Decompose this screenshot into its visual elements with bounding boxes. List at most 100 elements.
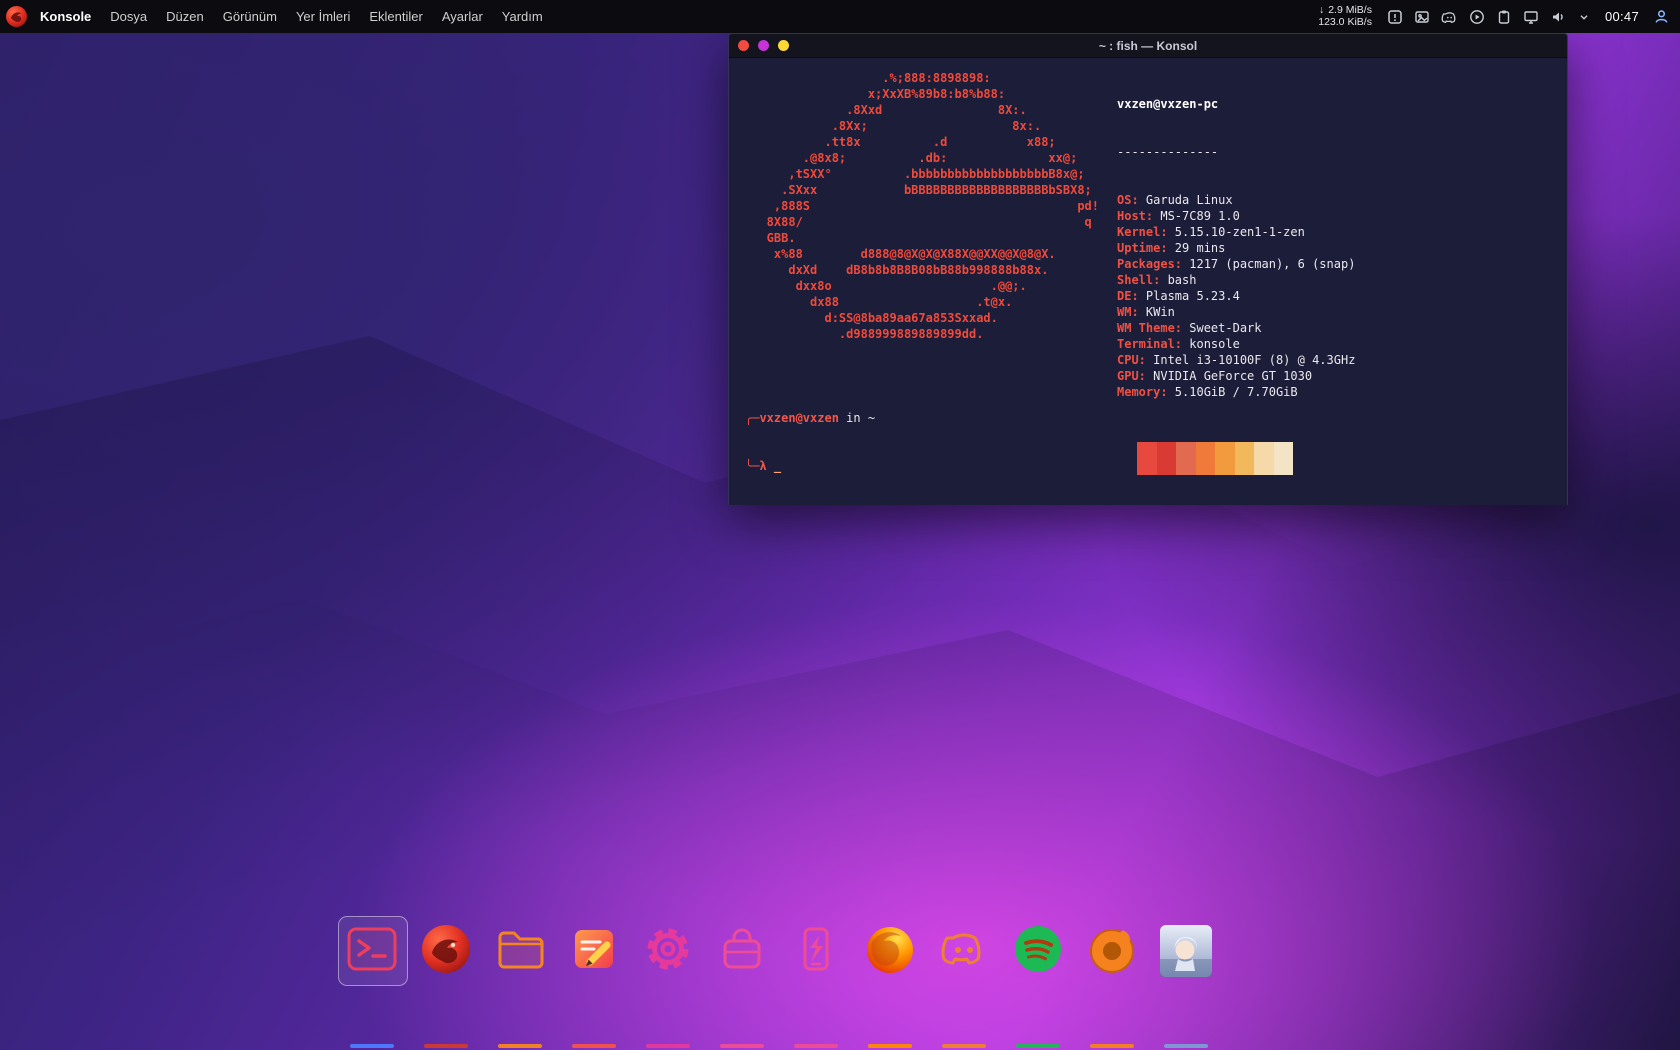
maximize-button[interactable] — [758, 40, 769, 51]
neofetch-output: vxzen@vxzen-pc -------------- OS: Garuda… — [1117, 64, 1355, 504]
dock-item-konsole[interactable] — [338, 916, 408, 1050]
minimize-button[interactable] — [778, 40, 789, 51]
menubar: Konsole Dosya Düzen Görünüm Yer İmleri E… — [40, 9, 543, 24]
download-arrow-icon: ↓ — [1318, 4, 1325, 16]
system-tray: ↓ 2.9 MiB/s 123.0 KiB/s 00:47 — [1318, 4, 1680, 28]
prompt-line-1: ╭─vxzen@vxzen in ~ — [745, 411, 876, 425]
net-up-speed: 123.0 KiB/s — [1318, 15, 1372, 28]
menu-eklentiler[interactable]: Eklentiler — [369, 9, 422, 24]
clock[interactable]: 00:47 — [1605, 9, 1639, 24]
dock-item-profile-avatar[interactable] — [1158, 918, 1214, 1050]
tray-expand-chevron-icon[interactable] — [1577, 10, 1591, 24]
neofetch-entry: Host: MS-7C89 1.0 — [1117, 209, 1240, 223]
ascii-art: .%;888:8898898: x;XxXB%89b8:b8%b88: .8Xx… — [766, 71, 1100, 341]
dock — [338, 916, 1214, 1050]
neofetch-entry: Packages: 1217 (pacman), 6 (snap) — [1117, 257, 1356, 271]
window-titlebar[interactable]: ~ : fish — Konsol — [729, 34, 1567, 58]
volume-icon[interactable] — [1550, 9, 1566, 25]
prompt-line-2: ╰─λ _ — [745, 459, 782, 473]
dock-item-orange-app[interactable] — [1084, 918, 1140, 1050]
neofetch-entry: Terminal: konsole — [1117, 337, 1240, 351]
color-palette — [1137, 442, 1355, 475]
spotify-icon — [1015, 926, 1061, 972]
running-indicator — [1016, 1044, 1060, 1048]
neofetch-entry: GPU: NVIDIA GeForce GT 1030 — [1117, 369, 1313, 383]
dock-item-garuda[interactable] — [418, 918, 474, 1050]
notes-icon — [575, 930, 613, 968]
palette-swatch — [1234, 442, 1254, 475]
menu-gorunum[interactable]: Görünüm — [223, 9, 277, 24]
close-button[interactable] — [738, 40, 749, 51]
palette-swatch — [1176, 442, 1196, 475]
konsole-icon — [347, 927, 397, 971]
phone-icon — [803, 927, 829, 971]
palette-swatch — [1156, 442, 1176, 475]
shell-prompt: ╭─vxzen@vxzen in ~ ╰─λ _ — [745, 378, 875, 504]
menu-dosya[interactable]: Dosya — [110, 9, 147, 24]
neofetch-entry: OS: Garuda Linux — [1117, 193, 1233, 207]
running-indicator — [646, 1044, 690, 1048]
discord-icon — [941, 933, 981, 965]
notifications-icon[interactable] — [1387, 9, 1403, 25]
running-indicator — [1090, 1044, 1134, 1048]
firefox-icon — [867, 927, 913, 973]
neofetch-entry: Kernel: 5.15.10-zen1-1-zen — [1117, 225, 1305, 239]
running-indicator — [868, 1044, 912, 1048]
window-title: ~ : fish — Konsol — [1098, 38, 1198, 53]
running-indicator — [572, 1044, 616, 1048]
palette-swatch — [1273, 442, 1293, 475]
dock-item-text-editor[interactable] — [566, 918, 622, 1050]
text-cursor: _ — [773, 459, 782, 473]
screenshot-icon[interactable] — [1414, 9, 1430, 25]
neofetch-entry: WM: KWin — [1117, 305, 1175, 319]
palette-swatch — [1254, 442, 1274, 475]
top-panel: Konsole Dosya Düzen Görünüm Yer İmleri E… — [0, 0, 1680, 33]
avatar — [1160, 925, 1212, 977]
konsole-window: ~ : fish — Konsol .%;888:8898898: x;XxXB… — [728, 33, 1568, 505]
garuda-logo-icon[interactable] — [5, 5, 28, 28]
neofetch-separator: -------------- — [1117, 145, 1219, 159]
running-indicator — [794, 1044, 838, 1048]
dock-item-system-settings[interactable] — [640, 918, 696, 1050]
palette-swatch — [1195, 442, 1215, 475]
orange-app-icon — [1090, 929, 1134, 973]
bag-icon — [723, 928, 761, 969]
prompt-user: vxzen@vxzen — [759, 411, 839, 425]
dock-item-kde-connect[interactable] — [788, 918, 844, 1050]
menu-ayarlar[interactable]: Ayarlar — [442, 9, 483, 24]
neofetch-entry: DE: Plasma 5.23.4 — [1117, 289, 1240, 303]
dock-item-firefox[interactable] — [862, 918, 918, 1050]
menu-yer-imleri[interactable]: Yer İmleri — [296, 9, 350, 24]
display-icon[interactable] — [1523, 9, 1539, 25]
menu-duzen[interactable]: Düzen — [166, 9, 204, 24]
dock-item-file-manager[interactable] — [492, 918, 548, 1050]
dock-item-discord[interactable] — [936, 918, 992, 1050]
neofetch-entry: Shell: bash — [1117, 273, 1197, 287]
neofetch-entry: Uptime: 29 mins — [1117, 241, 1226, 255]
network-speed-widget[interactable]: ↓ 2.9 MiB/s 123.0 KiB/s — [1318, 4, 1372, 28]
discord-tray-icon[interactable] — [1441, 9, 1458, 25]
neofetch-title: vxzen@vxzen-pc — [1117, 97, 1219, 111]
menu-yardim[interactable]: Yardım — [502, 9, 543, 24]
clipboard-icon[interactable] — [1496, 9, 1512, 25]
running-indicator — [424, 1044, 468, 1048]
garuda-icon — [422, 925, 470, 973]
neofetch-entry: Memory: 5.10GiB / 7.70GiB — [1117, 385, 1298, 399]
palette-swatch — [1137, 442, 1157, 475]
dock-item-spotify[interactable] — [1010, 918, 1066, 1050]
terminal-area[interactable]: .%;888:8898898: x;XxXB%89b8:b8%b88: .8Xx… — [729, 58, 1567, 504]
neofetch-entries: OS: Garuda Linux Host: MS-7C89 1.0 Kernel:… — [1117, 192, 1355, 400]
neofetch-entry: WM Theme: Sweet-Dark — [1117, 321, 1262, 335]
user-icon[interactable] — [1653, 8, 1670, 25]
palette-swatch — [1215, 442, 1235, 475]
dock-item-toolbox[interactable] — [714, 918, 770, 1050]
menu-konsole[interactable]: Konsole — [40, 9, 91, 24]
running-indicator — [1164, 1044, 1208, 1048]
running-indicator — [720, 1044, 764, 1048]
net-down-speed: 2.9 MiB/s — [1328, 4, 1372, 16]
media-play-icon[interactable] — [1469, 9, 1485, 25]
running-indicator — [942, 1044, 986, 1048]
folder-icon — [498, 931, 544, 969]
gear-icon — [647, 928, 689, 970]
running-indicator — [350, 1044, 394, 1048]
